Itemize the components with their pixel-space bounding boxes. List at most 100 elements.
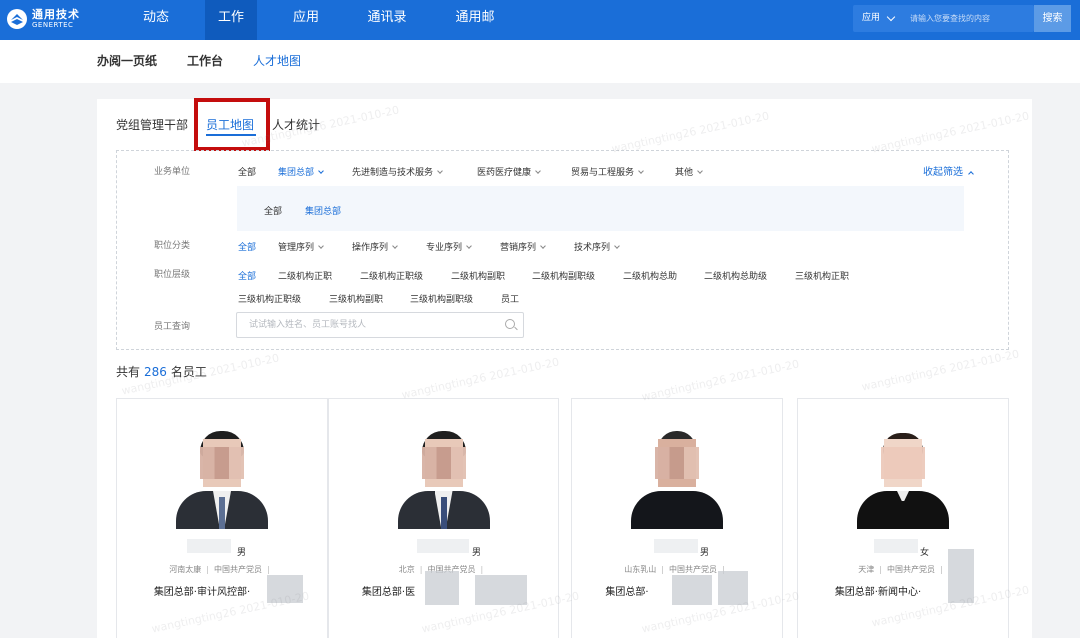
chevron-down-icon [437,168,443,174]
subnav-item-workbench[interactable]: 工作台 [187,52,223,69]
nav-item-work[interactable]: 工作 [205,0,257,40]
employee-gender: 女 [920,548,930,558]
employee-name-redacted [654,539,698,553]
filter-option-level[interactable]: 全部 [238,269,256,282]
chevron-down-icon [318,168,324,174]
employee-origin: 天津 [858,565,875,574]
employee-party: 中国共产党员 [887,565,935,574]
nav-item-apps[interactable]: 应用 [278,0,334,40]
filter-option-level[interactable]: 二级机构正职级 [360,269,423,282]
filter-option-unit-health[interactable]: 医药医疗健康 [477,165,541,178]
chevron-down-icon[interactable] [886,12,896,22]
filter-option-unit-all[interactable]: 全部 [238,165,256,178]
employee-gender: 男 [237,548,247,558]
employee-department-text: 集团总部·审计风控部· [153,587,251,598]
filter-option-level[interactable]: 三级机构正职级 [238,292,301,305]
redaction-blur [425,571,459,605]
employee-department: 集团总部·新闻中心· [798,583,1008,598]
employee-origin: 河南太康 [169,565,202,574]
employee-count-suffix: 名员工 [170,365,207,379]
filter-option-category-management[interactable]: 管理序列 [278,240,324,253]
filter-option-level[interactable]: 二级机构正职 [278,269,332,282]
employee-department-text: 集团总部·新闻中心· [834,587,922,598]
sub-filter-panel [237,186,964,231]
top-navigation-bar: 通用技术 GENERTEC 动态 工作 应用 通讯录 通用邮 应用 请输入您要查… [0,0,1080,40]
employee-origin: 山东乳山 [624,565,657,574]
filter-option-level[interactable]: 三级机构副职级 [410,292,473,305]
employee-card[interactable]: 女 天津 | 中国共产党员 | 集团总部·新闻中心· [797,398,1009,638]
sub-filter-option-hq[interactable]: 集团总部 [305,204,341,217]
chevron-up-icon [968,171,974,177]
filter-option-level[interactable]: 二级机构总助级 [704,269,767,282]
filter-option-level[interactable]: 员工 [501,292,519,305]
employee-search-input[interactable]: 试试输入姓名、员工账号找人 [236,312,524,338]
filter-option-level[interactable]: 二级机构副职 [451,269,505,282]
red-highlight-annotation [194,98,270,151]
filter-option-category-technical[interactable]: 技术序列 [574,240,620,253]
employee-photo [857,425,949,529]
filter-label-category: 职位分类 [154,241,191,251]
employee-department-text: 集团总部·医 [361,587,416,598]
employee-meta: 天津 | 中国共产党员 | [858,565,943,574]
search-scope-select[interactable]: 应用 [862,5,880,32]
employee-name-redacted [874,539,918,553]
filter-option-unit-trade[interactable]: 贸易与工程服务 [571,165,644,178]
filter-option-category-professional[interactable]: 专业序列 [426,240,472,253]
employee-origin: 北京 [398,565,415,574]
employee-search-placeholder: 试试输入姓名、员工账号找人 [249,320,367,330]
filter-option-category-operation[interactable]: 操作序列 [352,240,398,253]
employee-photo [397,425,490,529]
chevron-down-icon [535,168,541,174]
filter-label-level: 职位层级 [154,270,191,280]
logo-name-cn: 通用技术 [32,8,80,21]
redaction-blur [948,549,974,603]
chevron-down-icon [614,243,620,249]
employee-count: 共有 286 名员工 [116,363,207,380]
employee-photo [176,425,268,529]
filter-option-category-marketing[interactable]: 营销序列 [500,240,546,253]
chevron-down-icon [318,243,324,249]
subnav-item-talent-map[interactable]: 人才地图 [253,52,301,69]
employee-card[interactable]: 男 河南太康 | 中国共产党员 | 集团总部·审计风控部· [116,398,328,638]
chevron-down-icon [697,168,703,174]
filter-option-level[interactable]: 二级机构总助 [623,269,677,282]
genertec-logo-icon [7,9,27,29]
global-search-button[interactable]: 搜索 [1034,5,1071,32]
nav-item-mail[interactable]: 通用邮 [445,0,505,40]
employee-photo [631,425,723,529]
redaction-blur [475,575,527,605]
nav-item-contacts[interactable]: 通讯录 [356,0,418,40]
employee-gender: 男 [700,548,710,558]
redaction-blur [672,575,712,605]
employee-name-redacted [187,539,231,553]
employee-department-text: 集团总部· [605,587,649,598]
filter-label-unit: 业务单位 [154,167,191,177]
filter-option-level[interactable]: 二级机构副职级 [532,269,595,282]
sub-filter-option-all[interactable]: 全部 [264,204,282,217]
employee-card[interactable]: 男 北京 | 中国共产党员 | 集团总部·医 [328,398,559,638]
filter-option-category-all[interactable]: 全部 [238,240,256,253]
collapse-filters-button[interactable]: 收起筛选 [923,163,974,178]
chevron-down-icon [466,243,472,249]
chevron-down-icon [540,243,546,249]
subnav-item-onepage[interactable]: 办阅一页纸 [97,52,157,69]
filter-option-unit-other[interactable]: 其他 [675,165,703,178]
tab-party-cadres[interactable]: 党组管理干部 [116,116,188,133]
chevron-down-icon [392,243,398,249]
chevron-down-icon [638,168,644,174]
search-icon[interactable] [505,319,515,329]
global-search-input[interactable]: 请输入您要查找的内容 [910,5,990,32]
global-search-box: 应用 请输入您要查找的内容 [853,5,1034,32]
employee-card[interactable]: 男 山东乳山 | 中国共产党员 | 集团总部· [571,398,783,638]
redaction-blur [718,571,748,605]
filter-option-unit-hq[interactable]: 集团总部 [278,165,324,178]
filter-option-unit-manufacturing[interactable]: 先进制造与技术服务 [352,165,443,178]
nav-item-dynamics[interactable]: 动态 [126,0,186,40]
employee-count-prefix: 共有 [116,365,141,379]
filter-option-level[interactable]: 三级机构正职 [795,269,849,282]
redaction-blur [267,575,303,603]
filter-option-level[interactable]: 三级机构副职 [329,292,383,305]
logo[interactable]: 通用技术 GENERTEC [6,8,80,30]
tab-talent-stats[interactable]: 人才统计 [272,116,320,133]
secondary-navigation: 办阅一页纸 工作台 人才地图 [0,40,1080,83]
